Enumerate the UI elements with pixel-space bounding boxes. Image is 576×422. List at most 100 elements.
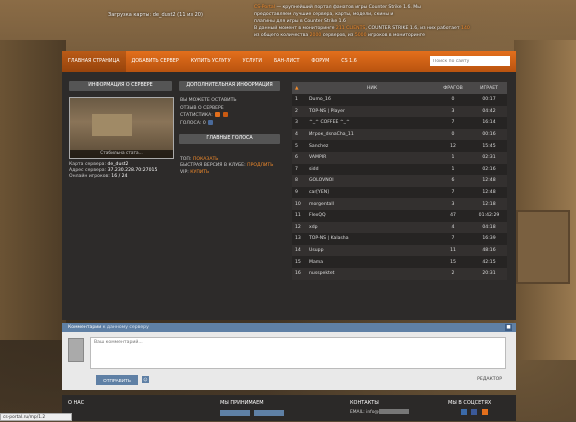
table-row[interactable]: 5 Sanchez 12 15:45 — [292, 140, 507, 152]
row-number: 14 — [295, 248, 301, 254]
header-line-4-hl: 211 CLIENTS — [335, 26, 366, 31]
collapse-icon[interactable]: ■ — [505, 324, 512, 331]
col-frags[interactable]: ФРАГОВ — [435, 86, 471, 91]
player-frags: 7 — [451, 120, 455, 126]
header-line-2: предоставляем лучшие сервера, карты, мод… — [254, 12, 394, 17]
main-votes-button[interactable]: ГЛАВНЫЕ ГОЛОСА — [179, 134, 280, 144]
server-details: Карта сервера: de_dust2 Адрес сервера: 3… — [69, 162, 157, 181]
payment-badges — [220, 410, 288, 418]
row-number: 16 — [295, 271, 301, 277]
header-line-4a: В данный момент в мониторинге — [254, 26, 336, 31]
payment-badge-1[interactable] — [220, 410, 250, 416]
row-number: 6 — [295, 155, 298, 161]
table-row[interactable]: 4 Игрок_dsnaCha_11 0 00:16 — [292, 128, 507, 141]
table-row[interactable]: 9 car[YEN] 7 12:48 — [292, 186, 507, 199]
player-time: 12:18 — [482, 201, 496, 207]
table-row[interactable]: 15 Mama 15 42:15 — [292, 256, 507, 268]
table-row[interactable]: 13 TOP-NS | Kalasha 7 16:39 — [292, 233, 507, 245]
header-line-5b: серверов, из — [321, 33, 355, 38]
header-line-5a: из общего количества — [254, 33, 310, 38]
header-line-4b: , COUNTER STRIKE 1.6, из них работает — [365, 26, 462, 31]
vk-icon[interactable] — [460, 409, 467, 415]
comments-body: ОТПРАВИТЬ ☺ РЕДАКТОР — [62, 332, 516, 390]
vote-icon[interactable] — [208, 119, 214, 125]
player-frags: 7 — [451, 236, 455, 242]
vip-link[interactable]: КУПИТЬ — [190, 170, 209, 175]
player-frags: 11 — [450, 248, 456, 254]
table-row[interactable]: 14 Usupp 11 48:16 — [292, 244, 507, 257]
fast-link[interactable]: ПРОДЛИТЬ — [247, 163, 273, 168]
player-frags: 3 — [451, 201, 455, 207]
sort-arrow-icon[interactable]: ▲ — [292, 86, 305, 91]
footer: О НАС МЫ ПРИНИМАЕМ КОНТАКТЫ EMAIL: info@… — [62, 395, 516, 421]
send-button[interactable]: ОТПРАВИТЬ — [96, 375, 138, 385]
table-row[interactable]: 10 morgentall 3 12:18 — [292, 198, 507, 210]
header-line-5c: игроков в мониторинге — [366, 33, 425, 38]
table-body: 1 Dumo_16 0 00:17 2 TOP-NS | Player 3 04:42 3 ^_^… — [292, 94, 507, 280]
email-redacted — [378, 409, 409, 414]
table-row[interactable]: 7 sidd 1 02:16 — [292, 163, 507, 176]
stats-chart-icon[interactable] — [222, 112, 228, 118]
col-time[interactable]: ИГРАЕТ — [471, 86, 507, 91]
nav-forum[interactable]: ФОРУМ — [305, 51, 335, 72]
header-brand[interactable]: CS-Portal — [254, 5, 275, 10]
table-row[interactable]: 16 nusspektet 2 20:31 — [292, 267, 507, 280]
footer-about[interactable]: О НАС — [68, 400, 84, 406]
stats-icon[interactable] — [215, 112, 221, 118]
table-row[interactable]: 3 ^_^ COFFEE ^_^ 7 16:14 — [292, 117, 507, 129]
player-time: 20:31 — [482, 271, 496, 277]
facebook-icon[interactable] — [471, 409, 478, 415]
comments-header: Комментарии к данному серверу ■ — [62, 323, 516, 332]
editor-link[interactable]: РЕДАКТОР — [477, 377, 502, 382]
map-building — [92, 114, 132, 136]
player-nick: Sanchez — [309, 143, 329, 149]
player-time: 00:17 — [482, 97, 496, 103]
nav-services[interactable]: УСЛУГИ — [237, 51, 268, 72]
row-number: 9 — [295, 190, 298, 196]
avatar — [68, 338, 84, 362]
smile-icon[interactable]: ☺ — [142, 376, 149, 383]
table-row[interactable]: 8 GOLOVNOI 6 12:48 — [292, 175, 507, 187]
server-info-label: ИНФОРМАЦИЯ О СЕРВЕРЕ — [69, 81, 172, 91]
fast-label: БЫСТРАЯ ВЕРСИЯ В КЛУБЕ: — [180, 163, 246, 169]
comment-input[interactable] — [90, 337, 506, 369]
table-row[interactable]: 1 Dumo_16 0 00:17 — [292, 94, 507, 106]
player-nick: car[YEN] — [309, 190, 329, 196]
map-thumbnail[interactable]: Cтабильна стата... — [69, 97, 174, 159]
header-description: CS-Portal — крупнейший портал фанатов иг… — [254, 4, 500, 39]
nav-buy-service[interactable]: КУПИТЬ УСЛУГУ — [185, 51, 237, 72]
player-nick: Dumo_16 — [309, 97, 331, 103]
addr-value[interactable]: 37.230.228.70:27015 — [108, 168, 158, 173]
table-row[interactable]: 12 xdp 4 04:18 — [292, 221, 507, 234]
odnoklassniki-icon[interactable] — [482, 409, 488, 415]
player-frags: 2 — [451, 271, 455, 277]
row-number: 5 — [295, 143, 298, 149]
player-nick: xdp — [309, 224, 318, 230]
nav-banlist[interactable]: БАН-ЛИСТ — [268, 51, 305, 72]
nav-home[interactable]: ГЛАВНАЯ СТРАНИЦА — [62, 51, 126, 72]
player-time: 01:42:29 — [478, 213, 500, 219]
table-row[interactable]: 6 VAMPIR 1 02:31 — [292, 151, 507, 164]
footer-accept: МЫ ПРИНИМАЕМ — [220, 400, 264, 406]
player-time: 02:16 — [482, 166, 496, 172]
players-table: ▲ НИК ФРАГОВ ИГРАЕТ 1 Dumo_16 0 00:17 2 TOP-N… — [292, 82, 507, 280]
addr-label: Адрес сервера: — [69, 168, 107, 174]
row-number: 10 — [295, 201, 301, 207]
row-number: 1 — [295, 97, 298, 103]
player-nick: Mama — [309, 259, 324, 265]
player-nick: GOLOVNOI — [309, 178, 334, 184]
player-time: 04:42 — [482, 108, 496, 114]
table-row[interactable]: 2 TOP-NS | Player 3 04:42 — [292, 105, 507, 118]
search-input[interactable] — [430, 56, 510, 66]
payment-badge-2[interactable] — [254, 410, 284, 416]
nav-add-server[interactable]: ДОБАВИТЬ СЕРВЕР — [126, 51, 185, 72]
table-row[interactable]: 11 FlexQQ 47 01:42:29 — [292, 209, 507, 222]
top-link[interactable]: ПОКАЗАТЬ — [193, 157, 219, 162]
col-nick[interactable]: НИК — [305, 86, 435, 91]
background-crate — [516, 210, 570, 284]
player-time: 12:48 — [482, 190, 496, 196]
row-number: 12 — [295, 224, 301, 230]
players-label: Онлайн игроков: — [69, 174, 110, 180]
nav-cs16[interactable]: CS 1.6 — [335, 51, 363, 72]
row-number: 13 — [295, 236, 301, 242]
